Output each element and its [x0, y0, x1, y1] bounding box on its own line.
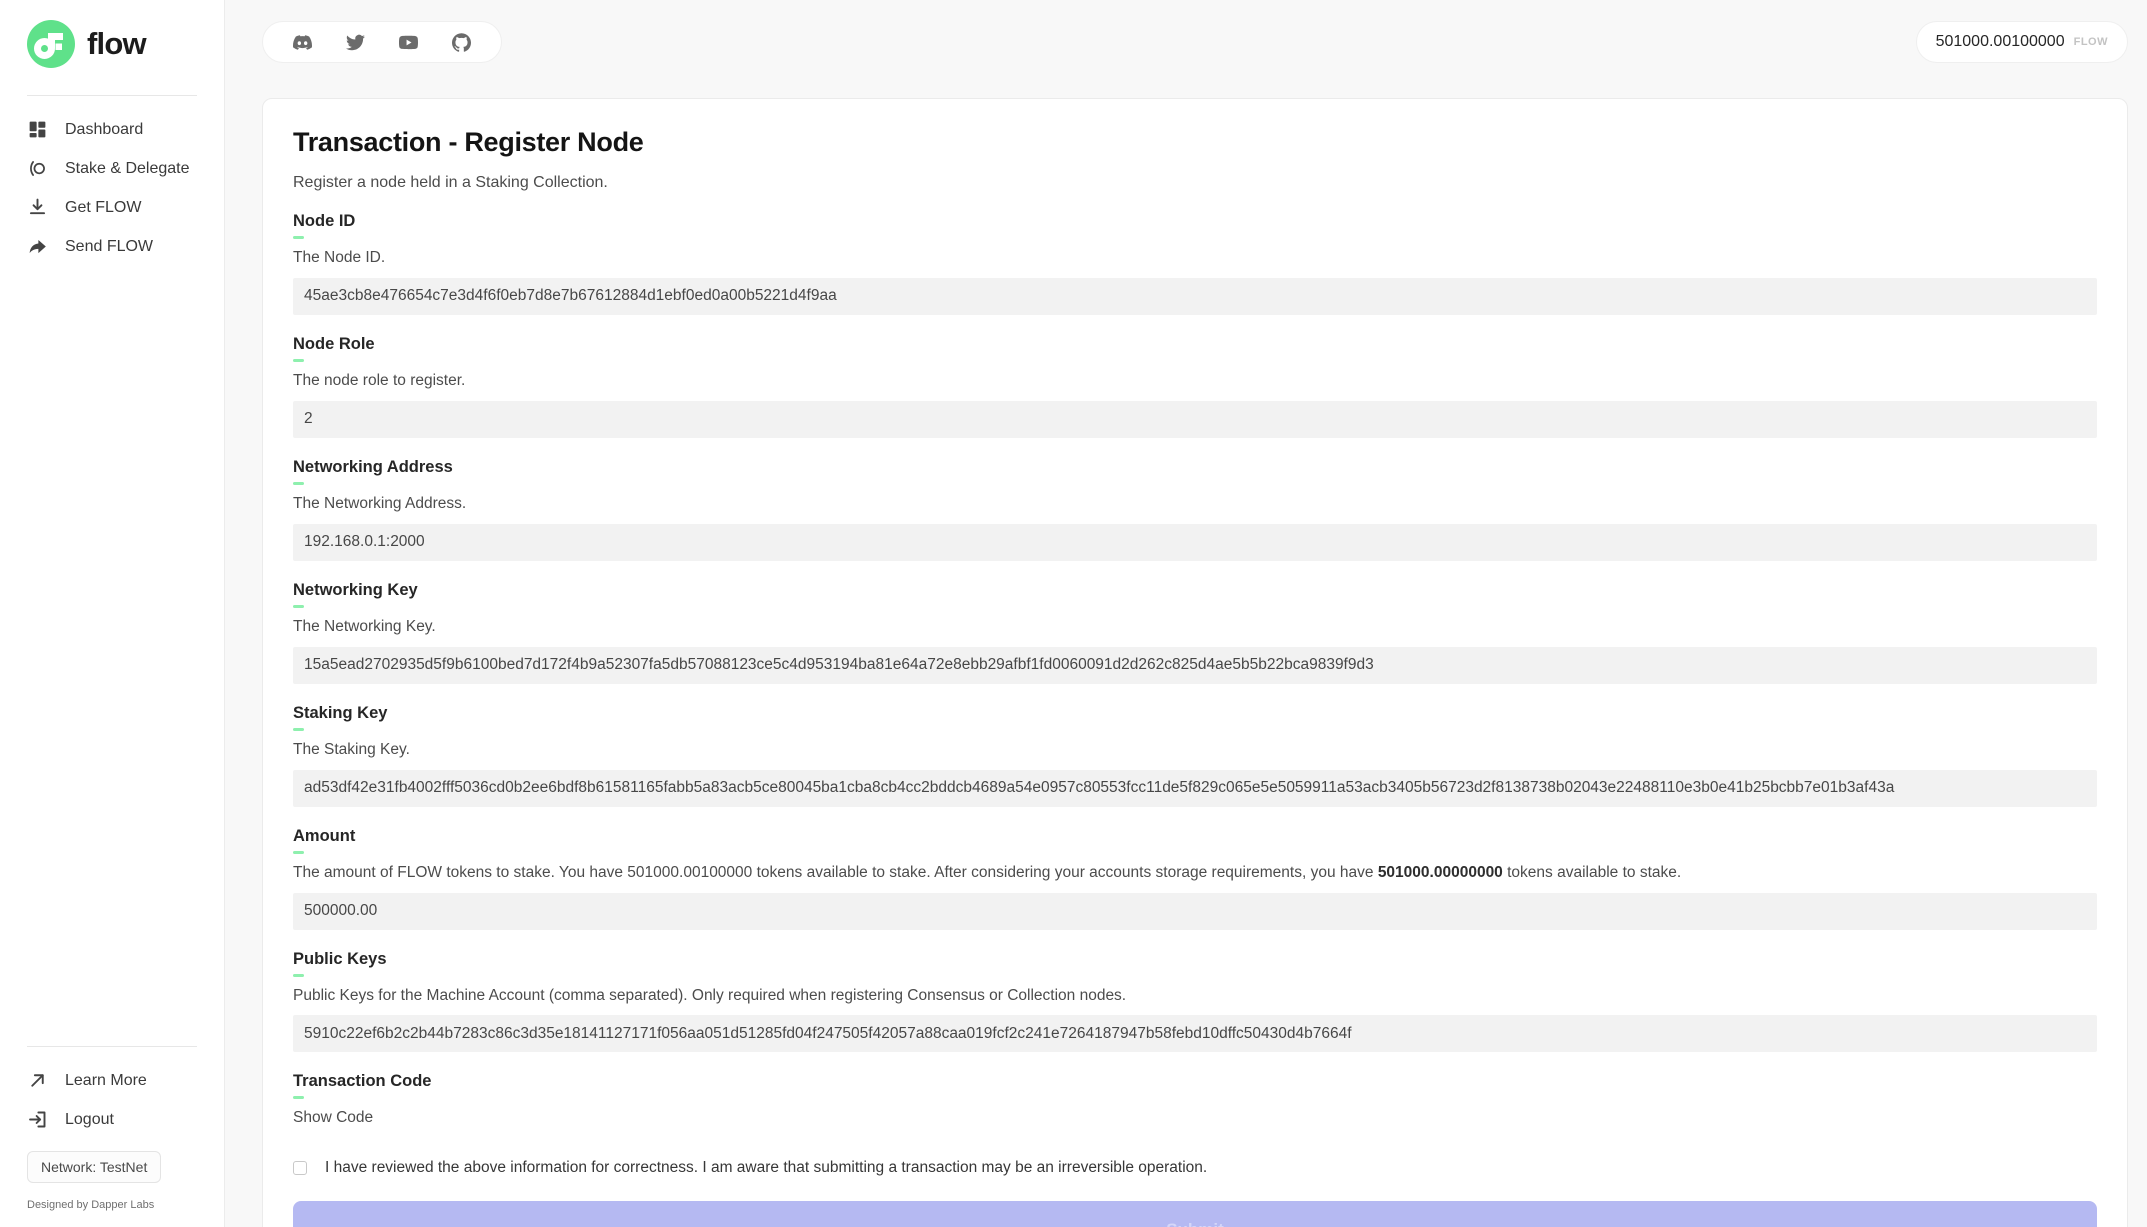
label-accent-dash — [293, 851, 304, 854]
amount-label: Amount — [293, 827, 2097, 846]
discord-icon[interactable] — [293, 33, 312, 52]
staking-key-label: Staking Key — [293, 704, 2097, 723]
topbar: 501000.00100000 FLOW — [262, 21, 2128, 63]
app-root: flow Dashboard Stake & Delegate Get FLOW… — [0, 0, 2147, 1227]
public-keys-input[interactable] — [293, 1015, 2097, 1052]
dashboard-icon — [27, 119, 48, 140]
label-accent-dash — [293, 974, 304, 977]
networking-key-field: Networking Key The Networking Key. — [293, 581, 2097, 684]
networking-key-label: Networking Key — [293, 581, 2097, 600]
confirmation-text: I have reviewed the above information fo… — [325, 1159, 1207, 1177]
credit-text: Designed by Dapper Labs — [27, 1199, 224, 1211]
amount-input[interactable] — [293, 893, 2097, 930]
node-id-label: Node ID — [293, 212, 2097, 231]
sidebar-item-get-flow[interactable]: Get FLOW — [0, 188, 224, 227]
node-id-field: Node ID The Node ID. — [293, 212, 2097, 315]
network-badge: Network: TestNet — [27, 1151, 161, 1183]
node-id-description: The Node ID. — [293, 248, 2097, 269]
staking-key-input[interactable] — [293, 770, 2097, 807]
networking-key-input[interactable] — [293, 647, 2097, 684]
public-keys-field: Public Keys Public Keys for the Machine … — [293, 950, 2097, 1053]
send-icon — [27, 236, 48, 257]
balance-pill[interactable]: 501000.00100000 FLOW — [1916, 21, 2128, 63]
page-subtitle: Register a node held in a Staking Collec… — [293, 174, 2097, 192]
label-accent-dash — [293, 728, 304, 731]
social-links-pill — [262, 21, 502, 63]
label-accent-dash — [293, 359, 304, 362]
stake-delegate-icon — [27, 158, 48, 179]
node-role-field: Node Role The node role to register. — [293, 335, 2097, 438]
label-accent-dash — [293, 605, 304, 608]
label-accent-dash — [293, 236, 304, 239]
github-icon[interactable] — [452, 33, 471, 52]
amount-description: The amount of FLOW tokens to stake. You … — [293, 863, 2097, 884]
sidebar: flow Dashboard Stake & Delegate Get FLOW… — [0, 0, 225, 1227]
balance-unit: FLOW — [2074, 36, 2108, 48]
sidebar-item-send-flow[interactable]: Send FLOW — [0, 227, 224, 266]
flow-logo[interactable]: flow — [0, 20, 224, 68]
networking-key-description: The Networking Key. — [293, 617, 2097, 638]
external-link-icon — [27, 1070, 48, 1091]
label-accent-dash — [293, 482, 304, 485]
transaction-card: Transaction - Register Node Register a n… — [262, 98, 2128, 1227]
sidebar-item-stake-delegate[interactable]: Stake & Delegate — [0, 149, 224, 188]
networking-address-field: Networking Address The Networking Addres… — [293, 458, 2097, 561]
sidebar-item-logout[interactable]: Logout — [0, 1100, 224, 1139]
transaction-code-label: Transaction Code — [293, 1072, 2097, 1091]
networking-address-label: Networking Address — [293, 458, 2097, 477]
networking-address-description: The Networking Address. — [293, 494, 2097, 515]
main-area: 501000.00100000 FLOW Transaction - Regis… — [225, 0, 2147, 1227]
sidebar-footer: Learn More Logout Network: TestNet Desig… — [0, 1019, 224, 1211]
balance-amount: 501000.00100000 — [1936, 33, 2065, 51]
flow-logo-icon — [27, 20, 75, 68]
staking-key-field: Staking Key The Staking Key. — [293, 704, 2097, 807]
download-icon — [27, 197, 48, 218]
brand-wordmark: flow — [87, 26, 146, 62]
networking-address-input[interactable] — [293, 524, 2097, 561]
sidebar-footer-nav: Learn More Logout — [0, 1061, 224, 1139]
twitter-icon[interactable] — [346, 33, 365, 52]
sidebar-divider-top — [27, 95, 197, 96]
form-fields: Node ID The Node ID. Node Role The node … — [293, 212, 2097, 1052]
amount-field: Amount The amount of FLOW tokens to stak… — [293, 827, 2097, 930]
node-id-input[interactable] — [293, 278, 2097, 315]
logout-icon — [27, 1109, 48, 1130]
node-role-label: Node Role — [293, 335, 2097, 354]
show-code-toggle[interactable]: Show Code — [293, 1109, 373, 1127]
transaction-code-section: Transaction Code Show Code — [293, 1072, 2097, 1127]
sidebar-item-learn-more[interactable]: Learn More — [0, 1061, 224, 1100]
staking-key-description: The Staking Key. — [293, 740, 2097, 761]
node-role-description: The node role to register. — [293, 371, 2097, 392]
label-accent-dash — [293, 1096, 304, 1099]
confirmation-row: I have reviewed the above information fo… — [293, 1159, 2097, 1177]
confirm-checkbox[interactable] — [293, 1161, 307, 1175]
sidebar-item-dashboard[interactable]: Dashboard — [0, 110, 224, 149]
public-keys-description: Public Keys for the Machine Account (com… — [293, 986, 2097, 1007]
sidebar-nav: Dashboard Stake & Delegate Get FLOW Send… — [0, 110, 224, 266]
node-role-input[interactable] — [293, 401, 2097, 438]
sidebar-divider-bottom — [27, 1046, 197, 1047]
submit-button[interactable]: Submit — [293, 1201, 2097, 1227]
youtube-icon[interactable] — [399, 33, 418, 52]
public-keys-label: Public Keys — [293, 950, 2097, 969]
page-title: Transaction - Register Node — [293, 127, 2097, 158]
